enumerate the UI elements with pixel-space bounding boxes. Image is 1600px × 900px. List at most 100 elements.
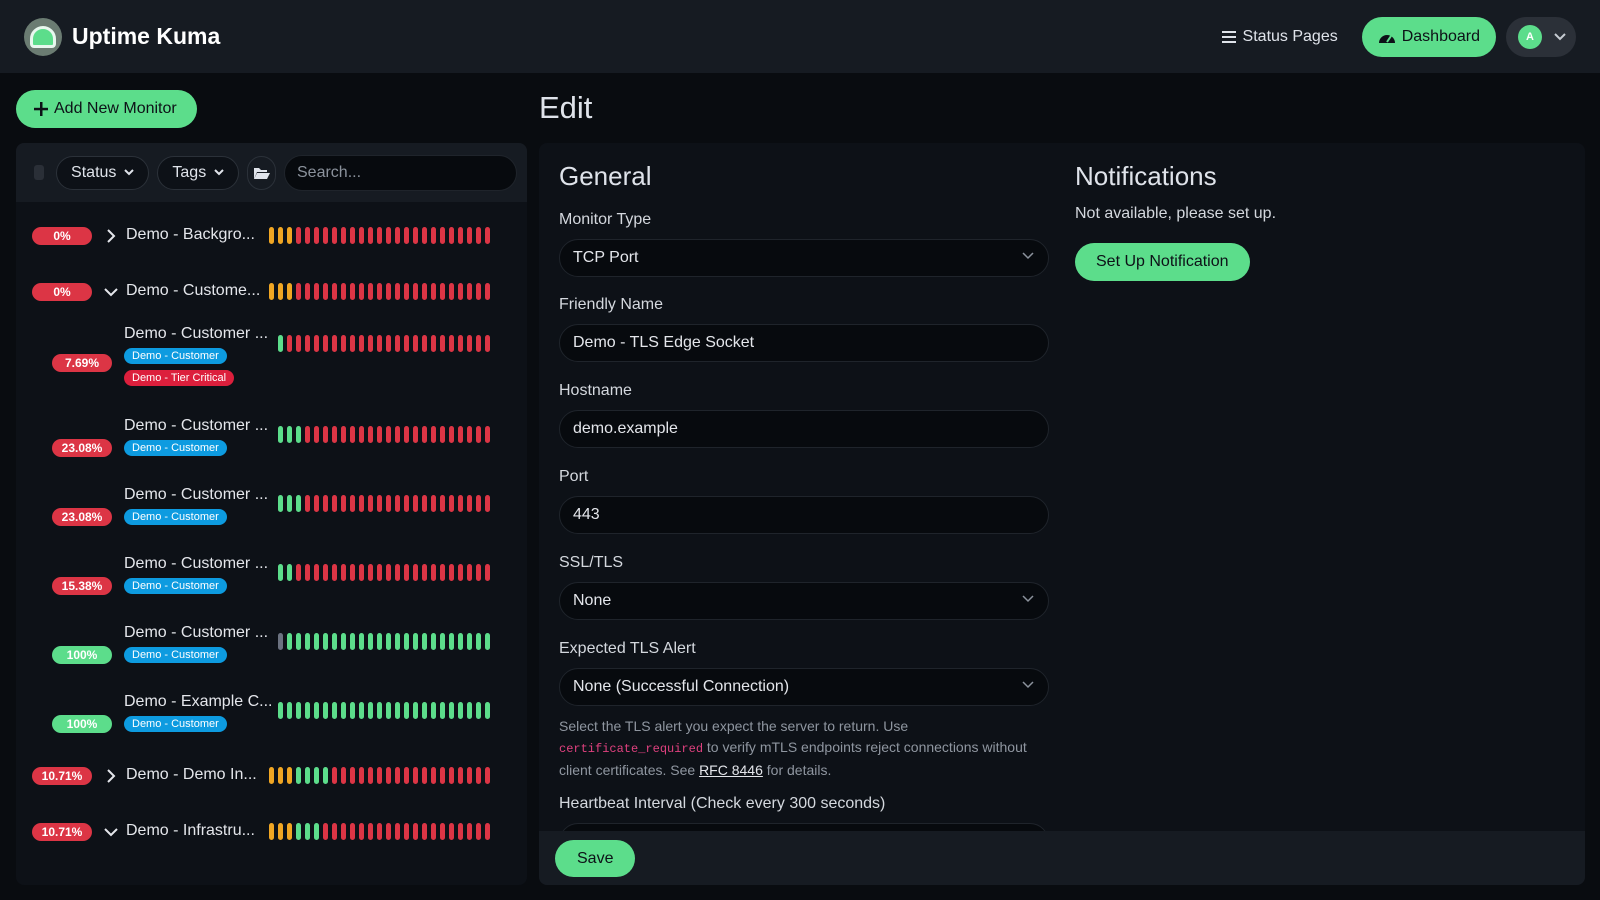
heartbeat-beat[interactable] bbox=[476, 702, 481, 719]
heartbeat-beat[interactable] bbox=[395, 495, 400, 512]
heartbeat-beat[interactable] bbox=[341, 426, 346, 443]
heartbeat-beat[interactable] bbox=[341, 767, 346, 784]
heartbeat-beat[interactable] bbox=[467, 426, 472, 443]
heartbeat-beat[interactable] bbox=[287, 495, 292, 512]
heartbeat-beat[interactable] bbox=[332, 227, 337, 244]
heartbeat-beat[interactable] bbox=[440, 767, 445, 784]
heartbeat-beat[interactable] bbox=[278, 767, 283, 784]
heartbeat-beat[interactable] bbox=[386, 823, 391, 840]
heartbeat-beat[interactable] bbox=[278, 426, 283, 443]
friendly-name-input[interactable]: Demo - TLS Edge Socket bbox=[559, 324, 1049, 362]
heartbeat-beat[interactable] bbox=[296, 767, 301, 784]
heartbeat-beat[interactable] bbox=[485, 633, 490, 650]
heartbeat-beat[interactable] bbox=[395, 767, 400, 784]
heartbeat-beat[interactable] bbox=[413, 564, 418, 581]
heartbeat-beat[interactable] bbox=[431, 823, 436, 840]
heartbeat-beat[interactable] bbox=[431, 767, 436, 784]
heartbeat-beat[interactable] bbox=[377, 495, 382, 512]
heartbeat-beat[interactable] bbox=[296, 426, 301, 443]
heartbeat-beat[interactable] bbox=[458, 227, 463, 244]
heartbeat-beat[interactable] bbox=[440, 426, 445, 443]
heartbeat-beat[interactable] bbox=[404, 283, 409, 300]
dashboard-button[interactable]: Dashboard bbox=[1361, 16, 1496, 57]
heartbeat-beat[interactable] bbox=[386, 564, 391, 581]
tags-filter-button[interactable]: Tags bbox=[157, 155, 240, 190]
heartbeat-beat[interactable] bbox=[413, 426, 418, 443]
heartbeat-beat[interactable] bbox=[296, 564, 301, 581]
monitor-row[interactable]: 100% Demo - Customer ... Demo - Customer bbox=[16, 624, 527, 664]
heartbeat-beat[interactable] bbox=[485, 564, 490, 581]
heartbeat-beat[interactable] bbox=[323, 283, 328, 300]
heartbeat-beat[interactable] bbox=[368, 283, 373, 300]
heartbeat-beat[interactable] bbox=[314, 633, 319, 650]
heartbeat-beat[interactable] bbox=[431, 702, 436, 719]
heartbeat-beat[interactable] bbox=[467, 702, 472, 719]
port-input[interactable]: 443 bbox=[559, 496, 1049, 534]
heartbeat-beat[interactable] bbox=[386, 767, 391, 784]
hostname-input[interactable]: demo.example bbox=[559, 410, 1049, 448]
heartbeat-beat[interactable] bbox=[314, 335, 319, 352]
heartbeat-beat[interactable] bbox=[431, 495, 436, 512]
heartbeat-beat[interactable] bbox=[440, 823, 445, 840]
heartbeat-beat[interactable] bbox=[368, 767, 373, 784]
monitor-row[interactable]: 7.69% Demo - Customer ... Demo - Customer D… bbox=[16, 325, 527, 386]
status-filter-button[interactable]: Status bbox=[56, 155, 150, 190]
heartbeat-beat[interactable] bbox=[440, 335, 445, 352]
heartbeat-beat[interactable] bbox=[458, 767, 463, 784]
heartbeat-beat[interactable] bbox=[278, 823, 283, 840]
heartbeat-beat[interactable] bbox=[287, 283, 292, 300]
heartbeat-beat[interactable] bbox=[350, 227, 355, 244]
heartbeat-beat[interactable] bbox=[449, 227, 454, 244]
heartbeat-beat[interactable] bbox=[431, 335, 436, 352]
heartbeat-beat[interactable] bbox=[332, 495, 337, 512]
heartbeat-beat[interactable] bbox=[314, 495, 319, 512]
heartbeat-beat[interactable] bbox=[368, 495, 373, 512]
chevron-right-icon[interactable] bbox=[104, 769, 118, 783]
heartbeat-beat[interactable] bbox=[269, 283, 274, 300]
heartbeat-beat[interactable] bbox=[323, 335, 328, 352]
heartbeat-beat[interactable] bbox=[305, 426, 310, 443]
heartbeat-beat[interactable] bbox=[323, 495, 328, 512]
heartbeat-beat[interactable] bbox=[404, 335, 409, 352]
heartbeat-beat[interactable] bbox=[305, 283, 310, 300]
heartbeat-beat[interactable] bbox=[314, 564, 319, 581]
heartbeat-beat[interactable] bbox=[332, 702, 337, 719]
heartbeat-beat[interactable] bbox=[377, 767, 382, 784]
heartbeat-beat[interactable] bbox=[395, 426, 400, 443]
heartbeat-beat[interactable] bbox=[323, 702, 328, 719]
heartbeat-beat[interactable] bbox=[350, 283, 355, 300]
heartbeat-beat[interactable] bbox=[449, 633, 454, 650]
heartbeat-beat[interactable] bbox=[440, 702, 445, 719]
heartbeat-beat[interactable] bbox=[305, 767, 310, 784]
heartbeat-beat[interactable] bbox=[458, 335, 463, 352]
heartbeat-beat[interactable] bbox=[296, 227, 301, 244]
heartbeat-beat[interactable] bbox=[440, 564, 445, 581]
heartbeat-beat[interactable] bbox=[332, 823, 337, 840]
heartbeat-beat[interactable] bbox=[431, 633, 436, 650]
heartbeat-beat[interactable] bbox=[368, 227, 373, 244]
heartbeat-beat[interactable] bbox=[287, 633, 292, 650]
heartbeat-beat[interactable] bbox=[386, 702, 391, 719]
heartbeat-beat[interactable] bbox=[341, 495, 346, 512]
heartbeat-beat[interactable] bbox=[485, 823, 490, 840]
heartbeat-beat[interactable] bbox=[305, 702, 310, 719]
heartbeat-beat[interactable] bbox=[359, 227, 364, 244]
heartbeat-beat[interactable] bbox=[359, 823, 364, 840]
monitor-row[interactable]: 100% Demo - Example C... Demo - Customer bbox=[16, 693, 527, 733]
heartbeat-beat[interactable] bbox=[431, 283, 436, 300]
heartbeat-beat[interactable] bbox=[422, 335, 427, 352]
heartbeat-beat[interactable] bbox=[458, 823, 463, 840]
heartbeat-beat[interactable] bbox=[269, 823, 274, 840]
heartbeat-beat[interactable] bbox=[395, 823, 400, 840]
monitor-row[interactable]: 0% Demo - Backgro... bbox=[16, 226, 527, 267]
heartbeat-beat[interactable] bbox=[395, 283, 400, 300]
group-filter-button[interactable] bbox=[247, 155, 276, 190]
heartbeat-beat[interactable] bbox=[458, 495, 463, 512]
heartbeat-beat[interactable] bbox=[413, 335, 418, 352]
heartbeat-beat[interactable] bbox=[341, 633, 346, 650]
monitor-row[interactable]: 0% Demo - Custome... bbox=[16, 282, 527, 323]
save-button[interactable]: Save bbox=[555, 840, 636, 877]
heartbeat-beat[interactable] bbox=[449, 702, 454, 719]
heartbeat-beat[interactable] bbox=[449, 283, 454, 300]
heartbeat-beat[interactable] bbox=[458, 564, 463, 581]
